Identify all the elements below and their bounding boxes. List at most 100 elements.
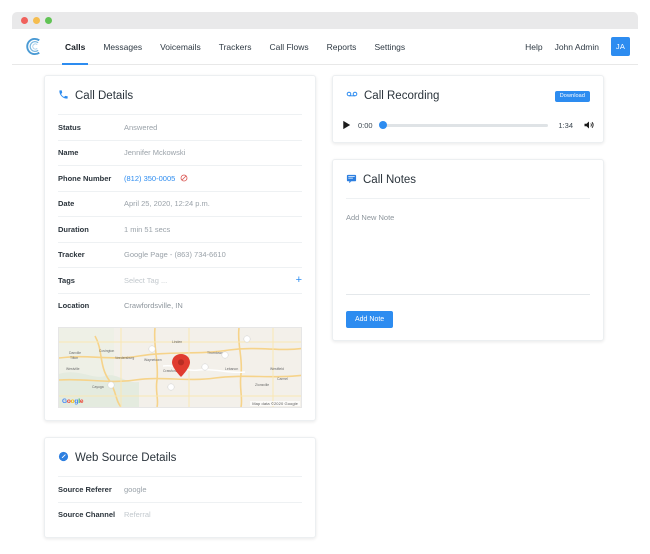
- nav-item-calls[interactable]: Calls: [56, 29, 94, 64]
- window-maximize-button[interactable]: [45, 17, 52, 24]
- row-label: Tracker: [58, 250, 124, 259]
- call-recording-card: Call Recording Download 0:00 1:34: [332, 75, 604, 143]
- nav-item-call-flows[interactable]: Call Flows: [260, 29, 317, 64]
- detail-row-source-channel: Source Channel Referral: [58, 502, 302, 528]
- nav-item-messages[interactable]: Messages: [94, 29, 151, 64]
- row-value: Referral: [124, 510, 151, 519]
- nav-item-label: Trackers: [219, 42, 252, 52]
- detail-row-phone-number: Phone Number (812) 350-0005: [58, 165, 302, 191]
- detail-row-date: Date April 25, 2020, 12:24 p.m.: [58, 191, 302, 217]
- brand-logo[interactable]: [12, 37, 56, 56]
- current-time-label: 0:00: [358, 121, 373, 130]
- window-minimize-button[interactable]: [33, 17, 40, 24]
- svg-text:Thorntown: Thorntown: [207, 351, 223, 355]
- svg-text:Tilton: Tilton: [70, 356, 78, 360]
- add-tag-icon[interactable]: +: [296, 275, 302, 286]
- detail-row-tracker: Tracker Google Page - (863) 734-6610: [58, 242, 302, 268]
- help-link[interactable]: Help: [525, 42, 542, 52]
- call-notes-header: Call Notes: [333, 160, 603, 198]
- window-title-bar: [12, 12, 638, 29]
- nav-item-label: Reports: [327, 42, 357, 52]
- row-value: 1 min 51 secs: [124, 225, 170, 234]
- map-attribution: Map data ©2020 Google: [250, 401, 300, 406]
- row-label: Tags: [58, 276, 124, 285]
- total-time-label: 1:34: [558, 121, 573, 130]
- right-column: Call Recording Download 0:00 1:34: [332, 75, 604, 554]
- nav-item-label: Messages: [103, 42, 142, 52]
- row-value: Answered: [124, 123, 157, 132]
- location-map[interactable]: Linden Covington Veedersburg Waynetown T…: [58, 327, 302, 408]
- avatar[interactable]: JA: [611, 37, 630, 56]
- row-value: Crawfordsville, IN: [124, 301, 183, 310]
- blocked-icon[interactable]: [180, 174, 188, 182]
- row-label: Duration: [58, 225, 124, 234]
- svg-text:Lebanon: Lebanon: [225, 367, 238, 371]
- svg-text:Danville: Danville: [69, 351, 81, 355]
- comment-icon: [346, 171, 357, 189]
- nav-item-label: Settings: [374, 42, 405, 52]
- window-close-button[interactable]: [21, 17, 28, 24]
- svg-text:Cayuga: Cayuga: [92, 385, 104, 389]
- nav-item-label: Call Flows: [269, 42, 308, 52]
- detail-row-name: Name Jennifer Mckowski: [58, 140, 302, 166]
- user-name-label[interactable]: John Admin: [555, 42, 599, 52]
- nav-item-label: Voicemails: [160, 42, 201, 52]
- detail-row-duration: Duration 1 min 51 secs: [58, 216, 302, 242]
- detail-row-status: Status Answered: [58, 114, 302, 140]
- web-source-title: Web Source Details: [75, 452, 176, 464]
- svg-text:Linden: Linden: [172, 340, 182, 344]
- row-label: Phone Number: [58, 174, 124, 183]
- new-note-textarea[interactable]: [346, 213, 590, 295]
- row-value: google: [124, 485, 147, 494]
- call-details-header: Call Details: [45, 76, 315, 114]
- call-notes-card: Call Notes Add Note: [332, 159, 604, 341]
- svg-text:Zionsville: Zionsville: [255, 383, 269, 387]
- voicemail-icon: [346, 87, 358, 105]
- seek-handle[interactable]: [379, 121, 387, 129]
- call-details-card: Call Details Status Answered Name Jennif…: [44, 75, 316, 421]
- detail-row-source-referer: Source Referer google: [58, 476, 302, 502]
- add-note-button[interactable]: Add Note: [346, 311, 393, 328]
- row-label: Location: [58, 301, 124, 310]
- web-source-header: Web Source Details: [45, 438, 315, 476]
- svg-text:Veedersburg: Veedersburg: [115, 356, 134, 360]
- call-recording-header: Call Recording Download: [333, 76, 603, 114]
- row-label: Date: [58, 199, 124, 208]
- crescent-c-logo-icon: [25, 37, 44, 56]
- divider: [346, 198, 590, 199]
- google-logo: Google: [62, 398, 83, 405]
- svg-text:Carmel: Carmel: [277, 377, 288, 381]
- row-value: Jennifer Mckowski: [124, 148, 185, 157]
- nav-item-reports[interactable]: Reports: [318, 29, 366, 64]
- row-label: Name: [58, 148, 124, 157]
- volume-icon[interactable]: [583, 119, 595, 131]
- main-content: Call Details Status Answered Name Jennif…: [12, 65, 638, 554]
- phone-icon: [58, 87, 69, 105]
- svg-text:Westville: Westville: [66, 367, 80, 371]
- nav-item-trackers[interactable]: Trackers: [210, 29, 261, 64]
- row-value: April 25, 2020, 12:24 p.m.: [124, 199, 210, 208]
- app-navbar: Calls Messages Voicemails Trackers Call …: [12, 29, 638, 65]
- call-notes-body: Add Note: [333, 198, 603, 340]
- web-source-details-card: Web Source Details Source Referer google…: [44, 437, 316, 538]
- svg-text:Westfield: Westfield: [270, 367, 284, 371]
- call-details-title: Call Details: [75, 90, 133, 102]
- web-source-body: Source Referer google Source Channel Ref…: [45, 476, 315, 537]
- row-label: Source Referer: [58, 485, 124, 494]
- play-icon[interactable]: [341, 119, 352, 131]
- seek-slider[interactable]: [383, 124, 549, 127]
- nav-right-group: Help John Admin JA: [525, 37, 638, 56]
- phone-number-link[interactable]: (812) 350-0005: [124, 174, 175, 183]
- row-label: Status: [58, 123, 124, 132]
- detail-row-tags: Tags Select Tag ... +: [58, 267, 302, 293]
- download-button[interactable]: Download: [555, 91, 590, 102]
- tag-select-input[interactable]: Select Tag ...: [124, 276, 167, 285]
- nav-item-voicemails[interactable]: Voicemails: [151, 29, 210, 64]
- svg-text:Waynetown: Waynetown: [144, 358, 162, 362]
- audio-player: 0:00 1:34: [333, 114, 603, 142]
- call-details-body: Status Answered Name Jennifer Mckowski P…: [45, 114, 315, 420]
- row-value: Google Page - (863) 734-6610: [124, 250, 226, 259]
- left-column: Call Details Status Answered Name Jennif…: [44, 75, 316, 554]
- nav-item-settings[interactable]: Settings: [365, 29, 414, 64]
- detail-row-location: Location Crawfordsville, IN: [58, 293, 302, 319]
